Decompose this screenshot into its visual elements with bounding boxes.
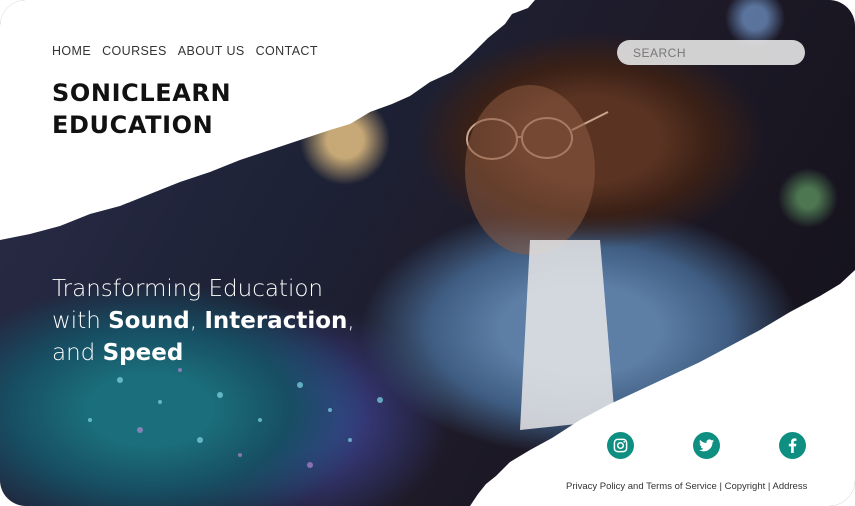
facebook-button[interactable] <box>779 432 806 459</box>
tagline-bold-speed: Speed <box>102 340 184 366</box>
tagline-text-3: , <box>189 308 205 334</box>
tagline-line-2: with Sound, Interaction, <box>52 305 432 337</box>
tagline-text-1: Transforming Education <box>52 276 323 302</box>
address-link[interactable]: Address <box>772 481 807 492</box>
tagline-line-3: and Speed <box>52 337 432 369</box>
nav-about-us[interactable]: ABOUT US <box>178 44 245 58</box>
tagline-line-1: Transforming Education <box>52 273 432 305</box>
tagline-bold-sound: Sound <box>108 308 190 334</box>
search-bar[interactable] <box>617 40 805 65</box>
instagram-button[interactable] <box>607 432 634 459</box>
tagline-text-5: and <box>52 340 103 366</box>
hero-tagline: Transforming Education with Sound, Inter… <box>52 273 432 369</box>
nav-home[interactable]: HOME <box>52 44 91 58</box>
footer-links: Privacy Policy and Terms of Service | Co… <box>566 481 807 492</box>
brush-stroke-bottom <box>470 270 855 506</box>
main-nav: HOME COURSES ABOUT US CONTACT <box>52 44 318 58</box>
copyright-link[interactable]: Copyright <box>725 481 766 492</box>
privacy-terms-link[interactable]: Privacy Policy and Terms of Service <box>566 481 717 492</box>
brand-line-1: SONICLEARN <box>52 79 232 107</box>
tagline-bold-interaction: Interaction <box>204 308 348 334</box>
brand-line-2: EDUCATION <box>52 111 214 139</box>
tagline-text-2: with <box>52 308 109 334</box>
nav-courses[interactable]: COURSES <box>102 44 167 58</box>
instagram-icon <box>613 438 628 453</box>
twitter-button[interactable] <box>693 432 720 459</box>
facebook-icon <box>788 438 797 453</box>
twitter-icon <box>699 439 714 452</box>
footer-separator: | <box>716 481 725 492</box>
nav-contact[interactable]: CONTACT <box>256 44 318 58</box>
search-input[interactable] <box>633 45 793 60</box>
brand-logo-text[interactable]: SONICLEARN EDUCATION <box>52 77 312 141</box>
page-frame: HOME COURSES ABOUT US CONTACT SONICLEARN… <box>0 0 855 506</box>
tagline-text-4: , <box>347 308 355 334</box>
